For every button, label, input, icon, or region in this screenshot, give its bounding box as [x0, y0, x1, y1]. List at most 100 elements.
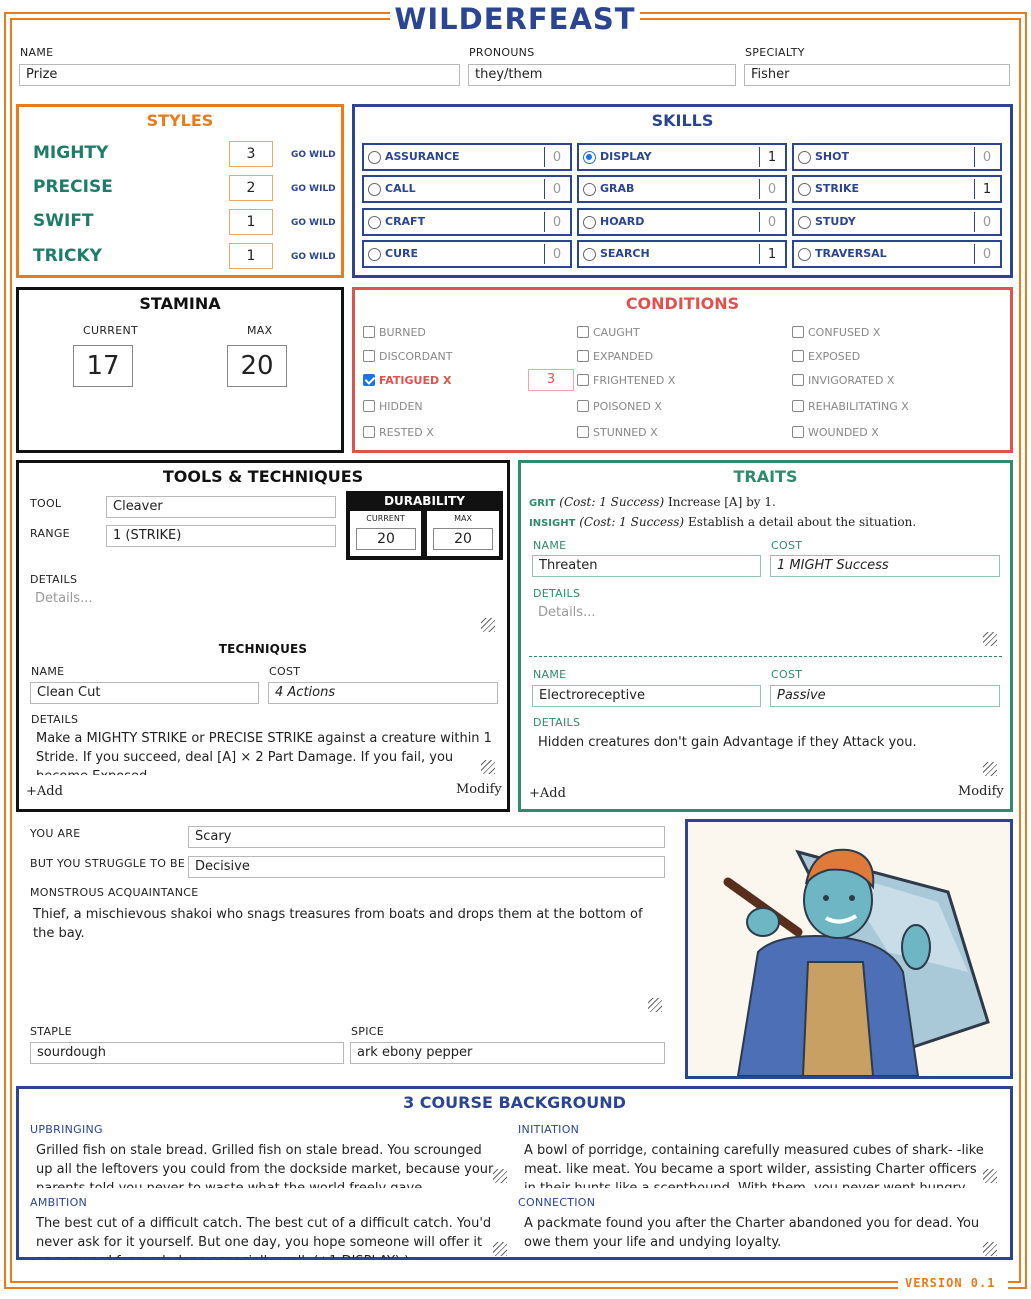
trait2-details-textarea[interactable]: Hidden creatures don't gain Advantage if… [535, 733, 1005, 773]
resize-handle[interactable] [493, 1242, 507, 1256]
tech-name-field[interactable]: Clean Cut [30, 682, 259, 704]
durability-max-input[interactable]: 20 [433, 528, 493, 550]
specialty-field[interactable]: Fisher [744, 64, 1010, 86]
trait1-cost-field[interactable]: 1 MIGHT Success [770, 555, 1000, 577]
skill-radio[interactable] [368, 216, 381, 229]
skill-value-input[interactable]: 1 [761, 150, 783, 165]
resize-handle[interactable] [983, 762, 997, 776]
skill-call[interactable]: CALL 0 [362, 175, 572, 203]
skill-study[interactable]: STUDY 0 [792, 208, 1002, 236]
skill-radio[interactable] [798, 248, 811, 261]
skill-cure[interactable]: CURE 0 [362, 240, 572, 268]
resize-handle[interactable] [481, 760, 495, 774]
skill-value-input[interactable]: 0 [761, 215, 783, 230]
condition-checkbox[interactable] [363, 326, 375, 338]
condition-checkbox[interactable] [363, 426, 375, 438]
skill-radio[interactable] [368, 248, 381, 261]
skill-display[interactable]: DISPLAY 1 [577, 143, 787, 171]
condition-frightened[interactable]: FRIGHTENED X [577, 374, 675, 387]
skill-value-input[interactable]: 0 [546, 150, 568, 165]
condition-checkbox[interactable] [577, 400, 589, 412]
acquaintance-textarea[interactable]: Thief, a mischievous shakoi who snags tr… [30, 905, 660, 1005]
style-value-mighty[interactable]: 3 [229, 141, 273, 167]
condition-checkbox[interactable] [792, 426, 804, 438]
tool-field[interactable]: Cleaver [106, 496, 336, 518]
go-wild-button-mighty[interactable]: GO WILD [291, 150, 336, 160]
skill-radio[interactable] [583, 183, 596, 196]
condition-poisoned[interactable]: POISONED X [577, 400, 662, 413]
condition-checkbox[interactable] [577, 326, 589, 338]
trait1-name-field[interactable]: Threaten [532, 555, 761, 577]
condition-hidden[interactable]: HIDDEN [363, 400, 423, 413]
name-field[interactable]: Prize [19, 64, 460, 86]
skill-radio[interactable] [368, 183, 381, 196]
skill-value-input[interactable]: 0 [546, 182, 568, 197]
skill-value-input[interactable]: 0 [546, 215, 568, 230]
condition-burned[interactable]: BURNED [363, 326, 426, 339]
condition-expanded[interactable]: EXPANDED [577, 350, 653, 363]
initiation-textarea[interactable]: A bowl of porridge, containing carefully… [521, 1141, 991, 1188]
skill-value-input[interactable]: 0 [976, 150, 998, 165]
trait1-details-textarea[interactable]: Details... [535, 603, 995, 643]
tech-cost-field[interactable]: 4 Actions [268, 682, 498, 704]
struggle-field[interactable]: Decisive [188, 856, 665, 878]
go-wild-button-precise[interactable]: GO WILD [291, 184, 336, 194]
skill-shot[interactable]: SHOT 0 [792, 143, 1002, 171]
skill-value-input[interactable]: 0 [976, 215, 998, 230]
modify-trait-button[interactable]: Modify [958, 784, 1004, 799]
condition-wounded[interactable]: WOUNDED X [792, 426, 879, 439]
skill-radio[interactable] [583, 216, 596, 229]
tech-details-textarea[interactable]: Make a MIGHTY STRIKE or PRECISE STRIKE a… [33, 729, 503, 775]
skill-grab[interactable]: GRAB 0 [577, 175, 787, 203]
resize-handle[interactable] [983, 1242, 997, 1256]
condition-fatigued[interactable]: FATIGUED X [363, 374, 451, 387]
staple-field[interactable]: sourdough [30, 1042, 344, 1064]
resize-handle[interactable] [983, 1169, 997, 1183]
skill-radio[interactable] [368, 151, 381, 164]
skill-search[interactable]: SEARCH 1 [577, 240, 787, 268]
condition-checkbox[interactable] [577, 350, 589, 362]
durability-current-input[interactable]: 20 [356, 528, 416, 550]
skill-radio[interactable] [798, 216, 811, 229]
condition-rested[interactable]: RESTED X [363, 426, 434, 439]
fatigued-level-input[interactable]: 3 [528, 369, 574, 391]
skill-hoard[interactable]: HOARD 0 [577, 208, 787, 236]
condition-confused[interactable]: CONFUSED X [792, 326, 880, 339]
skill-craft[interactable]: CRAFT 0 [362, 208, 572, 236]
trait2-name-field[interactable]: Electroreceptive [532, 685, 761, 707]
character-portrait[interactable] [685, 819, 1013, 1079]
upbringing-textarea[interactable]: Grilled fish on stale bread. Grilled fis… [33, 1141, 503, 1188]
resize-handle[interactable] [481, 618, 495, 632]
skill-radio[interactable] [798, 183, 811, 196]
resize-handle[interactable] [493, 1169, 507, 1183]
stamina-current-input[interactable]: 17 [73, 345, 133, 387]
condition-checkbox[interactable] [363, 400, 375, 412]
skill-assurance[interactable]: ASSURANCE 0 [362, 143, 572, 171]
style-value-precise[interactable]: 2 [229, 175, 273, 201]
resize-handle[interactable] [648, 998, 662, 1012]
condition-discordant[interactable]: DISCORDANT [363, 350, 452, 363]
condition-checkbox[interactable] [363, 374, 375, 386]
trait2-cost-field[interactable]: Passive [770, 685, 1000, 707]
spice-field[interactable]: ark ebony pepper [350, 1042, 665, 1064]
skill-strike[interactable]: STRIKE 1 [792, 175, 1002, 203]
add-trait-button[interactable]: +Add [529, 786, 566, 801]
skill-radio[interactable] [798, 151, 811, 164]
tool-details-textarea[interactable]: Details... [32, 589, 492, 629]
condition-checkbox[interactable] [792, 374, 804, 386]
condition-stunned[interactable]: STUNNED X [577, 426, 658, 439]
condition-exposed[interactable]: EXPOSED [792, 350, 860, 363]
go-wild-button-swift[interactable]: GO WILD [291, 218, 336, 228]
condition-checkbox[interactable] [792, 400, 804, 412]
skill-value-input[interactable]: 1 [761, 247, 783, 262]
condition-checkbox[interactable] [363, 350, 375, 362]
add-technique-button[interactable]: +Add [26, 784, 63, 799]
ambition-textarea[interactable]: The best cut of a difficult catch. The b… [33, 1214, 503, 1258]
skill-radio[interactable] [583, 151, 596, 164]
style-value-swift[interactable]: 1 [229, 209, 273, 235]
skill-traversal[interactable]: TRAVERSAL 0 [792, 240, 1002, 268]
condition-rehabilitating[interactable]: REHABILITATING X [792, 400, 909, 413]
skill-radio[interactable] [583, 248, 596, 261]
modify-technique-button[interactable]: Modify [456, 782, 502, 797]
stamina-max-input[interactable]: 20 [227, 345, 287, 387]
